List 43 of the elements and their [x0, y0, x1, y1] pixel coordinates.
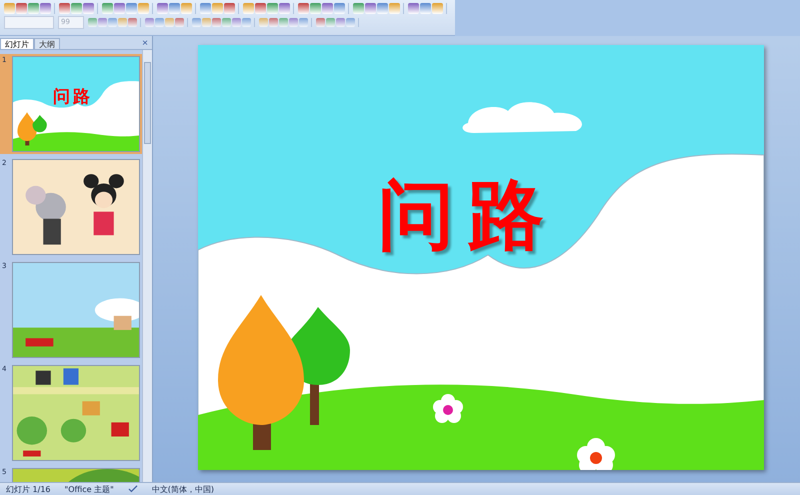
toolbar-button[interactable] [181, 2, 192, 14]
thumbnail-title: 问路 [53, 86, 93, 108]
toolbar-button[interactable] [169, 2, 180, 14]
toolbar-button[interactable] [334, 2, 345, 14]
font-field[interactable] [4, 16, 54, 28]
toolbar-button[interactable] [322, 2, 333, 14]
toolbar-button[interactable] [71, 2, 82, 14]
toolbar-button[interactable] [377, 2, 388, 14]
toolbar-button[interactable] [138, 2, 149, 14]
toolbar-button[interactable] [126, 2, 137, 14]
theme-name: "Office 主题" [64, 484, 114, 494]
toolbar-button[interactable] [243, 2, 254, 14]
toolbar-button[interactable] [157, 2, 168, 14]
toolbar-button[interactable] [267, 2, 278, 14]
toolbar-button[interactable] [279, 2, 290, 14]
toolbar-button[interactable] [83, 2, 94, 14]
slide-title: 问路 [378, 169, 558, 261]
spell-check-icon[interactable] [128, 485, 138, 493]
toolbar-button[interactable] [389, 2, 400, 14]
toolbar-button[interactable] [40, 2, 51, 14]
panel-tab[interactable]: 幻灯片 [0, 38, 34, 49]
toolbar-button[interactable] [59, 2, 70, 14]
toolbar-button[interactable] [298, 2, 309, 14]
scrollbar[interactable] [142, 50, 152, 482]
toolbar-button[interactable] [365, 2, 376, 14]
toolbar-button[interactable] [200, 2, 211, 14]
toolbar-button[interactable] [432, 2, 443, 14]
panel-tab[interactable]: 大纲 [34, 38, 60, 49]
close-button[interactable]: × [138, 38, 152, 49]
slide-position: 幻灯片 1/16 [6, 484, 51, 494]
toolbar-button[interactable] [310, 2, 321, 14]
toolbar-button[interactable] [420, 2, 431, 14]
toolbar-button[interactable] [353, 2, 364, 14]
toolbar-button[interactable] [28, 2, 39, 14]
toolbar-button[interactable] [212, 2, 223, 14]
toolbar-button[interactable] [16, 2, 27, 14]
toolbar-button[interactable] [114, 2, 125, 14]
toolbar-button[interactable] [408, 2, 419, 14]
toolbar-button[interactable] [255, 2, 266, 14]
language: 中文(简体，中国) [152, 484, 214, 494]
toolbar-button[interactable] [4, 2, 15, 14]
toolbar-button[interactable] [102, 2, 113, 14]
toolbar-button[interactable] [224, 2, 235, 14]
